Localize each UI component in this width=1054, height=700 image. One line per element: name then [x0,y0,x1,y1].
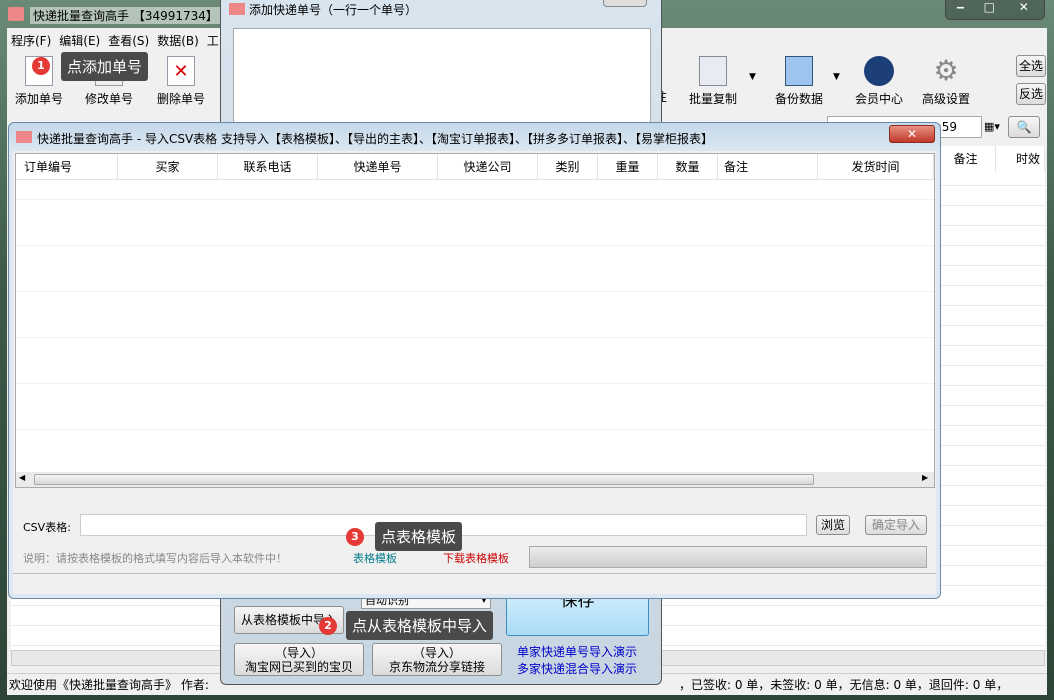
column-header-courier[interactable]: 快递公司 [438,154,538,180]
step-badge-2: 2 [319,617,337,635]
calendar-icon[interactable]: ▦▾ [984,120,1000,133]
minimize-button[interactable]: ‒ [946,0,975,19]
backup-data-button[interactable]: 备份数据 [767,56,831,107]
tooltip-step-2: 点从表格模板中导入 [346,611,494,640]
invert-selection-button[interactable]: 反选 [1016,83,1046,105]
member-center-button[interactable]: 会员中心 [851,56,907,107]
template-link[interactable]: 表格模板 [353,550,397,566]
multi-courier-demo-link[interactable]: 多家快递混合导入演示 [517,660,637,677]
csv-status-bar [13,573,936,594]
add-dialog-title: 添加快递单号（一行一个单号） [249,3,418,17]
search-button[interactable]: 🔍 [1008,116,1040,138]
csv-dialog-logo-icon [16,131,32,143]
select-all-button[interactable]: 全选 [1016,55,1046,77]
column-header-weight[interactable]: 重量 [598,154,658,180]
floppy-disk-icon [785,56,813,86]
menu-data[interactable]: 数据(B) [157,32,199,49]
tooltip-step-1: 点添加单号 [61,52,149,81]
csv-import-dialog: 快递批量查询高手 - 导入CSV表格 支持导入【表格模板】、【导出的主表】、【淘… [8,122,941,599]
add-dialog-close-button[interactable] [603,0,647,7]
batch-copy-button[interactable]: 批量复制 [683,56,743,107]
status-counts: ，已签收: 0 单，未签收: 0 单，无信息: 0 单，退回件: 0 单， [679,678,1009,692]
column-header-ship-time[interactable]: 发货时间 [818,154,934,180]
csv-dialog-title: 快递批量查询高手 - 导入CSV表格 支持导入【表格模板】、【导出的主表】、【淘… [37,132,713,146]
app-logo-icon [8,7,24,21]
import-jd-button[interactable]: （导入） 京东物流分享链接 [372,643,502,676]
column-header-category[interactable]: 类别 [538,154,598,180]
window-controls: ‒ □ ✕ [945,0,1045,20]
menu-edit[interactable]: 编辑(E) [59,32,100,49]
csv-table-header: 订单编号 买家 联系电话 快递单号 快递公司 类别 重量 数量 备注 发货时间 [16,154,934,180]
confirm-import-button[interactable]: 确定导入 [865,515,927,535]
close-icon: ✕ [906,127,918,141]
copy-icon [699,56,727,86]
csv-note: 说明：请按表格模板的格式填写内容后导入本软件中！ [23,552,287,565]
step-badge-3: 3 [346,528,364,546]
batch-copy-dropdown-icon[interactable]: ▼ [749,72,756,82]
csv-label: CSV表格: [23,521,71,534]
column-header-order-id[interactable]: 订单编号 [16,154,118,180]
import-progress-bar [529,546,927,568]
csv-horizontal-scrollbar[interactable]: ◀ ▶ [16,472,934,487]
advanced-settings-button[interactable]: ⚙ 高级设置 [917,56,975,107]
dialog-logo-icon [229,3,245,15]
csv-dialog-close-button[interactable]: ✕ [889,125,935,143]
menu-view[interactable]: 查看(S) [108,32,149,49]
scroll-right-icon[interactable]: ▶ [922,473,928,482]
menu-tools[interactable]: 工 [207,32,219,49]
gear-icon: ⚙ [933,54,959,87]
column-header-buyer[interactable]: 买家 [118,154,218,180]
step-badge-1: 1 [32,57,50,75]
single-courier-demo-link[interactable]: 单家快递单号导入演示 [517,643,637,660]
browse-button[interactable]: 浏览 [816,515,850,535]
column-header-remark[interactable]: 备注 [718,154,818,180]
csv-client: 订单编号 买家 联系电话 快递单号 快递公司 类别 重量 数量 备注 发货时间 … [13,151,936,594]
delete-icon: ✕ [167,56,195,86]
close-button[interactable]: ✕ [1004,0,1044,19]
status-welcome: 欢迎使用《快递批量查询高手》 作者: [9,678,209,692]
menu-bar: 程序(F) 编辑(E) 查看(S) 数据(B) 工 [11,32,219,49]
column-header-remark[interactable]: 备注 [936,146,996,172]
clock-icon [864,56,894,86]
scroll-left-icon[interactable]: ◀ [19,473,25,482]
main-title: 快递批量查询高手 【34991734】 [30,7,221,24]
scrollbar-thumb[interactable] [34,474,814,485]
column-header-tracking[interactable]: 快递单号 [318,154,438,180]
backup-dropdown-icon[interactable]: ▼ [833,72,840,82]
delete-number-button[interactable]: ✕ 删除单号 [153,56,209,107]
tooltip-step-3: 点表格模板 [375,522,463,551]
download-template-link[interactable]: 下载表格模板 [443,550,509,566]
column-header-phone[interactable]: 联系电话 [218,154,318,180]
column-header-quantity[interactable]: 数量 [658,154,718,180]
search-icon: 🔍 [1016,120,1032,134]
maximize-button[interactable]: □ [975,0,1004,19]
column-header-duration[interactable]: 时效 [996,146,1045,172]
csv-table: 订单编号 买家 联系电话 快递单号 快递公司 类别 重量 数量 备注 发货时间 … [15,153,935,488]
menu-program[interactable]: 程序(F) [11,32,51,49]
import-taobao-button[interactable]: （导入） 淘宝网已买到的宝贝 [234,643,364,676]
